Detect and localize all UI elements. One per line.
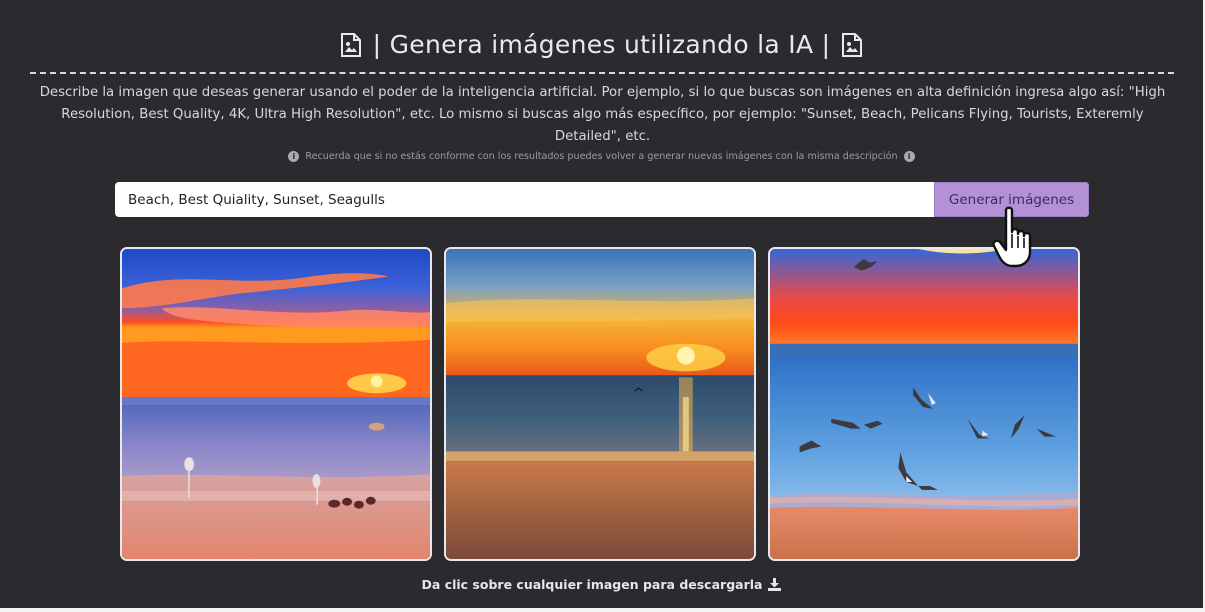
app-panel: | Genera imágenes utilizando la IA | Des…: [0, 0, 1203, 608]
generated-image-2[interactable]: [444, 247, 756, 561]
page-title: | Genera imágenes utilizando la IA |: [0, 30, 1203, 59]
regenerate-note: i Recuerda que si no estás conforme con …: [0, 151, 1203, 162]
prompt-bar: Generar imágenes: [115, 182, 1089, 217]
seagulls-beach-image: [770, 249, 1078, 559]
sunset-beach-image: [122, 249, 430, 559]
generated-image-3[interactable]: [768, 247, 1080, 561]
download-icon: [768, 578, 782, 591]
note-text: Recuerda que si no estás conforme con lo…: [305, 151, 898, 162]
download-hint: Da clic sobre cualquier imagen para desc…: [0, 577, 1203, 592]
title-text: | Genera imágenes utilizando la IA |: [372, 30, 831, 59]
hand-pointer-cursor-icon: [992, 206, 1032, 268]
description-text: Describe la imagen que deseas generar us…: [39, 85, 1166, 144]
info-icon: i: [288, 151, 300, 162]
image-file-icon: [842, 32, 863, 57]
window-bottom-edge: [0, 608, 1205, 612]
prompt-input[interactable]: [115, 182, 938, 217]
download-hint-text: Da clic sobre cualquier imagen para desc…: [421, 577, 763, 592]
dashed-divider: [30, 72, 1174, 74]
info-icon: i: [903, 151, 915, 162]
generated-image-1[interactable]: [120, 247, 432, 561]
ocean-sunset-image: [446, 249, 754, 559]
image-file-icon: [340, 32, 361, 57]
